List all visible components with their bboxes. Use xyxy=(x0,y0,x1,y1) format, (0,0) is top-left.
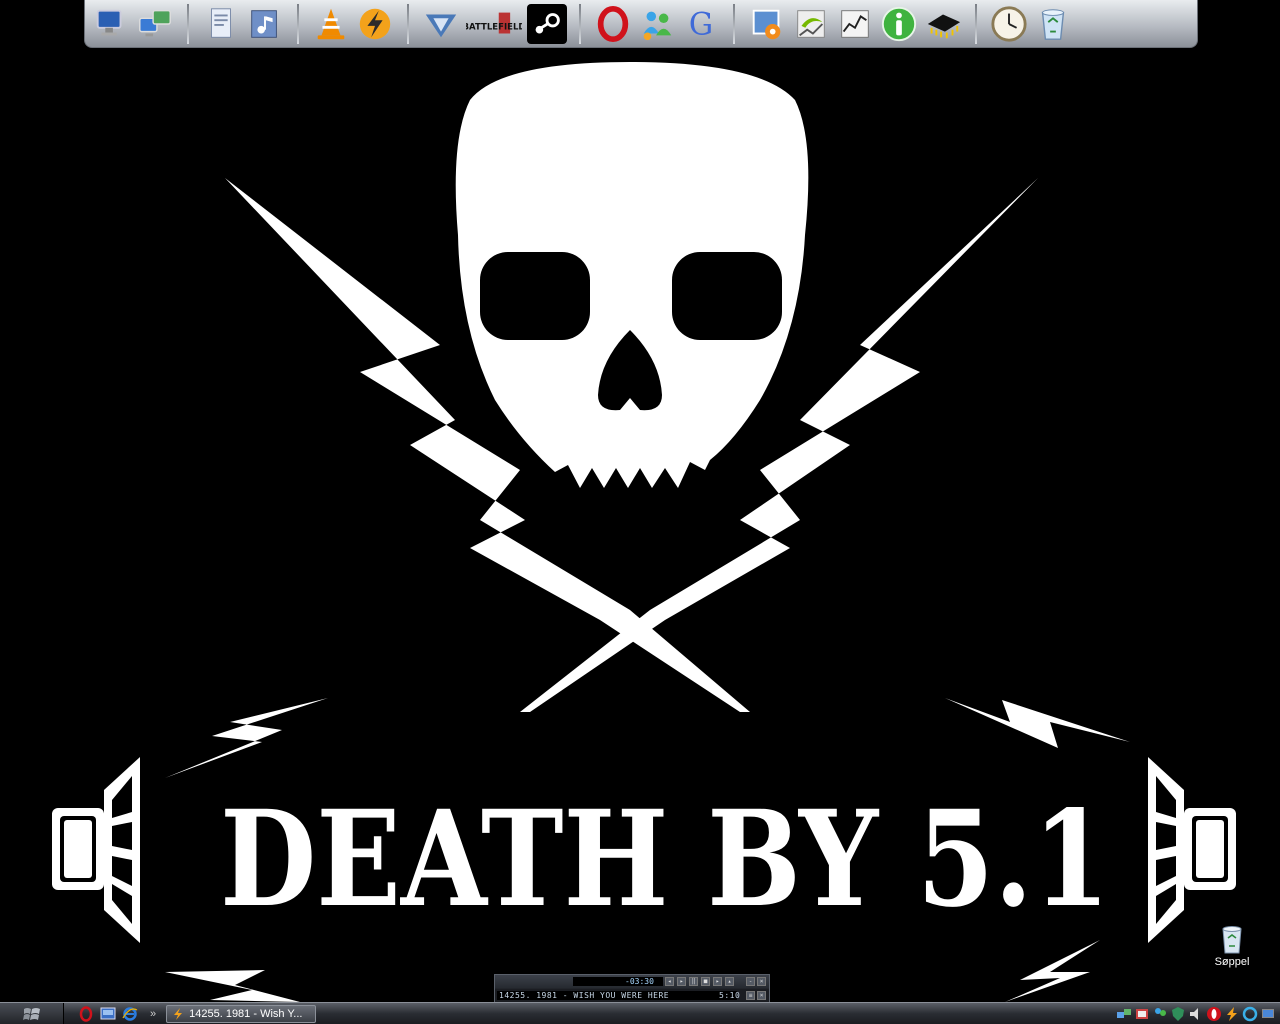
nvidia-icon[interactable] xyxy=(791,4,831,44)
winamp-elapsed-time: -03:30 xyxy=(573,977,663,986)
dock-group-system-tools xyxy=(989,0,1073,47)
music-folder-icon[interactable] xyxy=(245,4,285,44)
dock-separator xyxy=(579,3,581,44)
network-icon[interactable] xyxy=(135,4,175,44)
media-icon[interactable] xyxy=(1134,1006,1150,1022)
winamp-track-title: 14255. 1981 - WISH YOU WERE HERE xyxy=(499,991,670,1000)
steam-icon[interactable] xyxy=(527,3,567,44)
shade-icon[interactable]: ≡ xyxy=(746,991,755,1000)
close-icon[interactable]: × xyxy=(757,977,766,986)
opera-icon[interactable] xyxy=(593,4,633,44)
eject-icon[interactable]: ▴ xyxy=(725,977,734,986)
close-icon[interactable]: × xyxy=(757,991,766,1000)
google-icon[interactable]: G xyxy=(681,4,721,44)
start-button[interactable] xyxy=(0,1002,64,1024)
taskbar: » 14255. 1981 - Wish Y... xyxy=(0,1002,1280,1024)
internet-explorer-icon[interactable] xyxy=(122,1006,138,1022)
messenger-icon[interactable] xyxy=(1152,1006,1168,1022)
dock-group-system xyxy=(91,0,175,47)
dock-separator xyxy=(407,3,409,44)
taskbar-button-winamp[interactable]: 14255. 1981 - Wish Y... xyxy=(166,1004,317,1023)
desktop-icon-label: Søppel xyxy=(1214,956,1250,968)
dock-group-folders xyxy=(201,0,285,47)
display-icon[interactable] xyxy=(1260,1006,1276,1022)
winamp-track-display: 14255. 1981 - WISH YOU WERE HERE 5:10 xyxy=(497,991,741,1000)
winamp-icon xyxy=(174,1007,183,1020)
speaker-icon[interactable] xyxy=(1188,1006,1204,1022)
network-icon[interactable] xyxy=(1116,1006,1132,1022)
winamp-icon[interactable] xyxy=(355,4,395,44)
opera-icon[interactable] xyxy=(1206,1006,1222,1022)
show-desktop-icon[interactable] xyxy=(100,1006,116,1022)
update-icon[interactable] xyxy=(1242,1006,1258,1022)
quick-launch xyxy=(64,1005,138,1022)
winamp-control-bar: -03:30 ◂ ▸ ‖ ■ ▸ ▴ - × xyxy=(495,975,769,988)
dock-group-utilities xyxy=(747,0,963,47)
taskbar-button-label: 14255. 1981 - Wish Y... xyxy=(189,1007,303,1020)
svg-text:G: G xyxy=(689,7,713,42)
dock-separator xyxy=(733,3,735,44)
dock-group-internet: G xyxy=(593,0,721,47)
winamp-track-duration: 5:10 xyxy=(719,991,741,1000)
winamp-transport-controls: ◂ ▸ ‖ ■ ▸ ▴ xyxy=(665,977,734,986)
cpu-chip-icon[interactable] xyxy=(923,4,963,44)
battlefield-2142-icon[interactable] xyxy=(421,4,461,44)
system-tray xyxy=(1116,1003,1280,1024)
pause-icon[interactable]: ‖ xyxy=(689,977,698,986)
play-icon[interactable]: ▸ xyxy=(677,977,686,986)
dock-group-games: BATTLEFIELD xyxy=(421,0,567,47)
winamp-icon[interactable] xyxy=(1224,1006,1240,1022)
recycle-bin-icon[interactable] xyxy=(1033,4,1073,44)
wallpaper-headline: DEATH BY 5.1 xyxy=(220,782,1110,937)
winamp-title-buttons: ≡ × xyxy=(746,991,766,1000)
vlc-icon[interactable] xyxy=(311,4,351,44)
documents-icon[interactable] xyxy=(201,4,241,44)
my-computer-icon[interactable] xyxy=(91,4,131,44)
battlefield-2-icon[interactable]: BATTLEFIELD xyxy=(465,4,523,44)
previous-icon[interactable]: ◂ xyxy=(665,977,674,986)
dock-group-media xyxy=(311,0,395,47)
clock-icon[interactable] xyxy=(989,4,1029,44)
desktop-icon-recycle-bin[interactable]: Søppel xyxy=(1208,924,1256,976)
recycle-bin-icon xyxy=(1222,926,1242,954)
stop-icon[interactable]: ■ xyxy=(701,977,710,986)
quick-launch-chevron[interactable]: » xyxy=(150,1008,156,1020)
winamp-title-bar: 14255. 1981 - WISH YOU WERE HERE 5:10 ≡ … xyxy=(495,989,769,1002)
winamp-player[interactable]: -03:30 ◂ ▸ ‖ ■ ▸ ▴ - × 14255. 1981 - WIS… xyxy=(494,974,770,1002)
next-icon[interactable]: ▸ xyxy=(713,977,722,986)
windows-logo-icon xyxy=(22,1007,40,1020)
minimize-icon[interactable]: - xyxy=(746,977,755,986)
photo-viewer-icon[interactable] xyxy=(747,4,787,44)
application-dock: BATTLEFIELD G xyxy=(84,0,1198,48)
dock-separator xyxy=(297,3,299,44)
dock-separator xyxy=(187,3,189,44)
opera-icon[interactable] xyxy=(78,1005,94,1022)
dock-separator xyxy=(975,3,977,44)
task-manager-icon[interactable] xyxy=(835,4,875,44)
svg-text:BATTLEFIELD: BATTLEFIELD xyxy=(466,22,522,32)
info-icon[interactable] xyxy=(879,4,919,44)
winamp-window-buttons: - × xyxy=(746,977,766,986)
desktop-wallpaper: DEATH BY 5.1 xyxy=(0,0,1280,1024)
shield-icon[interactable] xyxy=(1170,1006,1186,1022)
msn-messenger-icon[interactable] xyxy=(637,4,677,44)
